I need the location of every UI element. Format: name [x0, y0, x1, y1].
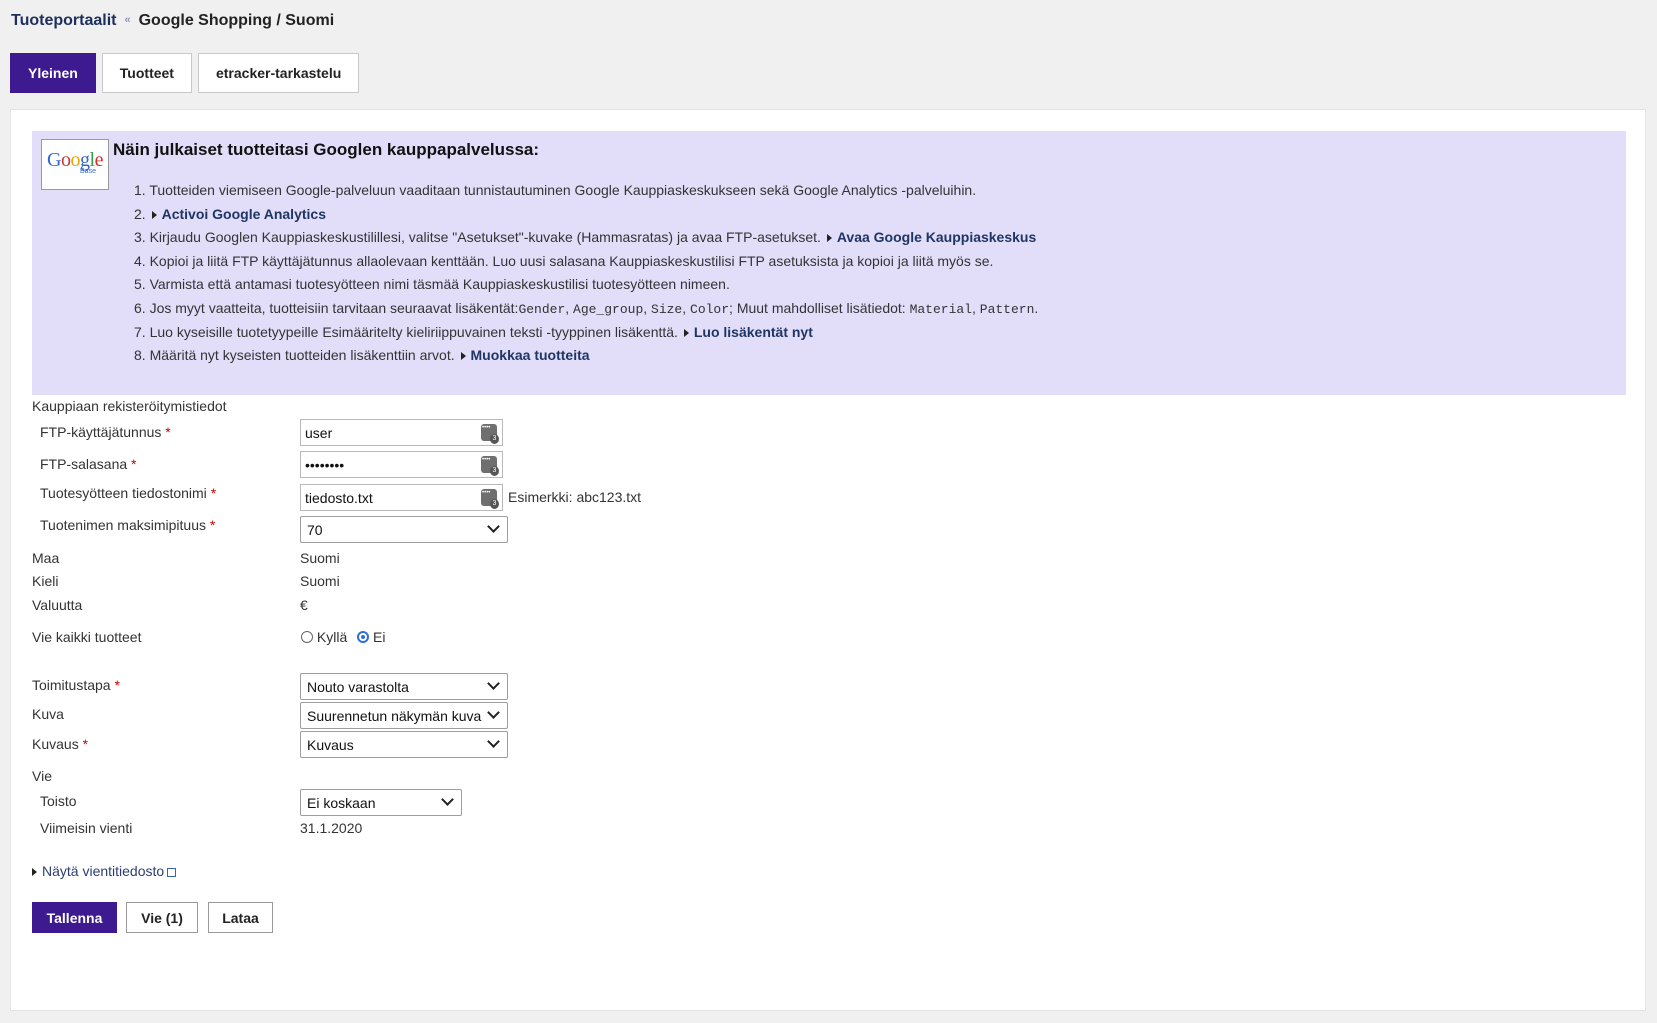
password-manager-icon[interactable] — [481, 456, 499, 476]
ftp-user-input[interactable]: user — [300, 419, 503, 446]
google-base-logo: Google Base — [41, 139, 109, 190]
download-button[interactable]: Lataa — [208, 902, 273, 933]
create-fields-link[interactable]: Luo lisäkentät nyt — [694, 324, 813, 340]
main-panel: Google Base Näin julkaiset tuotteitasi G… — [10, 109, 1646, 1011]
export-all-label: Vie kaikki tuotteet — [32, 629, 142, 645]
edit-products-link[interactable]: Muokkaa tuotteita — [471, 347, 590, 363]
feed-filename-input[interactable]: tiedosto.txt — [300, 484, 503, 511]
last-export-value: 31.1.2020 — [300, 820, 363, 836]
country-value: Suomi — [300, 550, 340, 566]
export-all-yes-label[interactable]: Kyllä — [317, 629, 347, 645]
step-6: 6. Jos myyt vaatteita, tuotteisiin tarvi… — [134, 299, 1039, 317]
arrow-right-icon — [32, 868, 37, 876]
save-button[interactable]: Tallenna — [32, 902, 117, 933]
feed-filename-label: Tuotesyötteen tiedostonimi * — [40, 485, 217, 501]
step-3: 3. Kirjaudu Googlen Kauppiaskeskustilill… — [134, 229, 1037, 246]
ftp-password-label: FTP-salasana * — [40, 456, 137, 472]
tab-bar: Yleinen Tuotteet etracker-tarkastelu — [10, 53, 360, 93]
country-label: Maa — [32, 550, 60, 566]
delivery-select[interactable]: Nouto varastolta — [300, 673, 508, 700]
step-1: 1. Tuotteiden viemiseen Google-palveluun… — [134, 182, 977, 198]
step-2: 2. Activoi Google Analytics — [134, 205, 326, 222]
currency-label: Valuutta — [32, 597, 83, 613]
step-5: 5. Varmista että antamasi tuotesyötteen … — [134, 276, 730, 293]
image-select[interactable]: Suurennetun näkymän kuva — [300, 702, 508, 729]
page-title: Google Shopping / Suomi — [138, 12, 335, 29]
chevron-down-icon — [487, 677, 500, 690]
export-all-radios: Kyllä Ei — [301, 629, 385, 645]
arrow-right-icon — [826, 234, 832, 243]
image-label: Kuva — [32, 706, 64, 722]
instructions-title: Näin julkaiset tuotteitasi Googlen kaupp… — [113, 140, 540, 159]
max-name-length-select[interactable]: 70 — [300, 516, 508, 543]
tab-etracker[interactable]: etracker-tarkastelu — [197, 53, 360, 93]
instructions-list: 1. Tuotteiden viemiseen Google-palveluun… — [120, 179, 1038, 368]
password-manager-icon[interactable] — [481, 489, 499, 509]
open-merchant-center-link[interactable]: Avaa Google Kauppiaskeskus — [837, 229, 1036, 245]
export-button[interactable]: Vie (1) — [126, 902, 198, 933]
chevron-down-icon — [487, 520, 500, 533]
repeat-select[interactable]: Ei koskaan — [300, 789, 462, 816]
breadcrumb-link-portals[interactable]: Tuoteportaalit — [11, 12, 116, 29]
step-8: 8. Määritä nyt kyseisten tuotteiden lisä… — [134, 347, 590, 364]
ftp-user-label: FTP-käyttäjätunnus * — [40, 424, 171, 440]
last-export-label: Viimeisin vienti — [40, 820, 133, 836]
export-all-no-label[interactable]: Ei — [373, 629, 385, 645]
chevron-down-icon — [487, 735, 500, 748]
external-link-icon — [167, 868, 177, 877]
delivery-label: Toimitustapa * — [32, 677, 120, 693]
chevron-down-icon — [441, 793, 454, 806]
export-all-no-radio[interactable] — [357, 631, 370, 643]
section-title-merchant: Kauppiaan rekisteröitymistiedot — [32, 398, 227, 414]
step-7: 7. Luo kyseisille tuotetyypeille Esimäär… — [134, 323, 813, 340]
repeat-label: Toisto — [40, 793, 77, 809]
ftp-password-input[interactable]: •••••••• — [300, 451, 503, 478]
export-section-title: Vie — [32, 768, 52, 784]
password-manager-icon[interactable] — [481, 424, 499, 444]
currency-value: € — [300, 597, 308, 613]
instructions-box: Google Base Näin julkaiset tuotteitasi G… — [32, 131, 1626, 395]
tab-general[interactable]: Yleinen — [10, 53, 96, 93]
export-all-yes-radio[interactable] — [301, 631, 313, 643]
language-value: Suomi — [300, 573, 340, 589]
step-4: 4. Kopioi ja liitä FTP käyttäjätunnus al… — [134, 252, 994, 269]
chevron-down-icon — [487, 706, 500, 719]
arrow-right-icon — [151, 210, 157, 219]
max-name-length-label: Tuotenimen maksimipituus * — [40, 517, 216, 533]
tab-products[interactable]: Tuotteet — [101, 53, 192, 93]
activate-analytics-link[interactable]: Activoi Google Analytics — [162, 206, 326, 222]
arrow-right-icon — [460, 352, 466, 361]
arrow-right-icon — [683, 328, 689, 337]
language-label: Kieli — [32, 573, 59, 589]
breadcrumb: Tuoteportaalit « Google Shopping / Suomi — [11, 12, 334, 30]
show-export-file-link[interactable]: Näytä vientitiedosto — [32, 863, 177, 879]
feed-filename-hint: Esimerkki: abc123.txt — [508, 489, 642, 505]
description-select[interactable]: Kuvaus — [300, 731, 508, 758]
breadcrumb-separator-icon: « — [124, 14, 131, 26]
description-label: Kuvaus * — [32, 736, 89, 752]
